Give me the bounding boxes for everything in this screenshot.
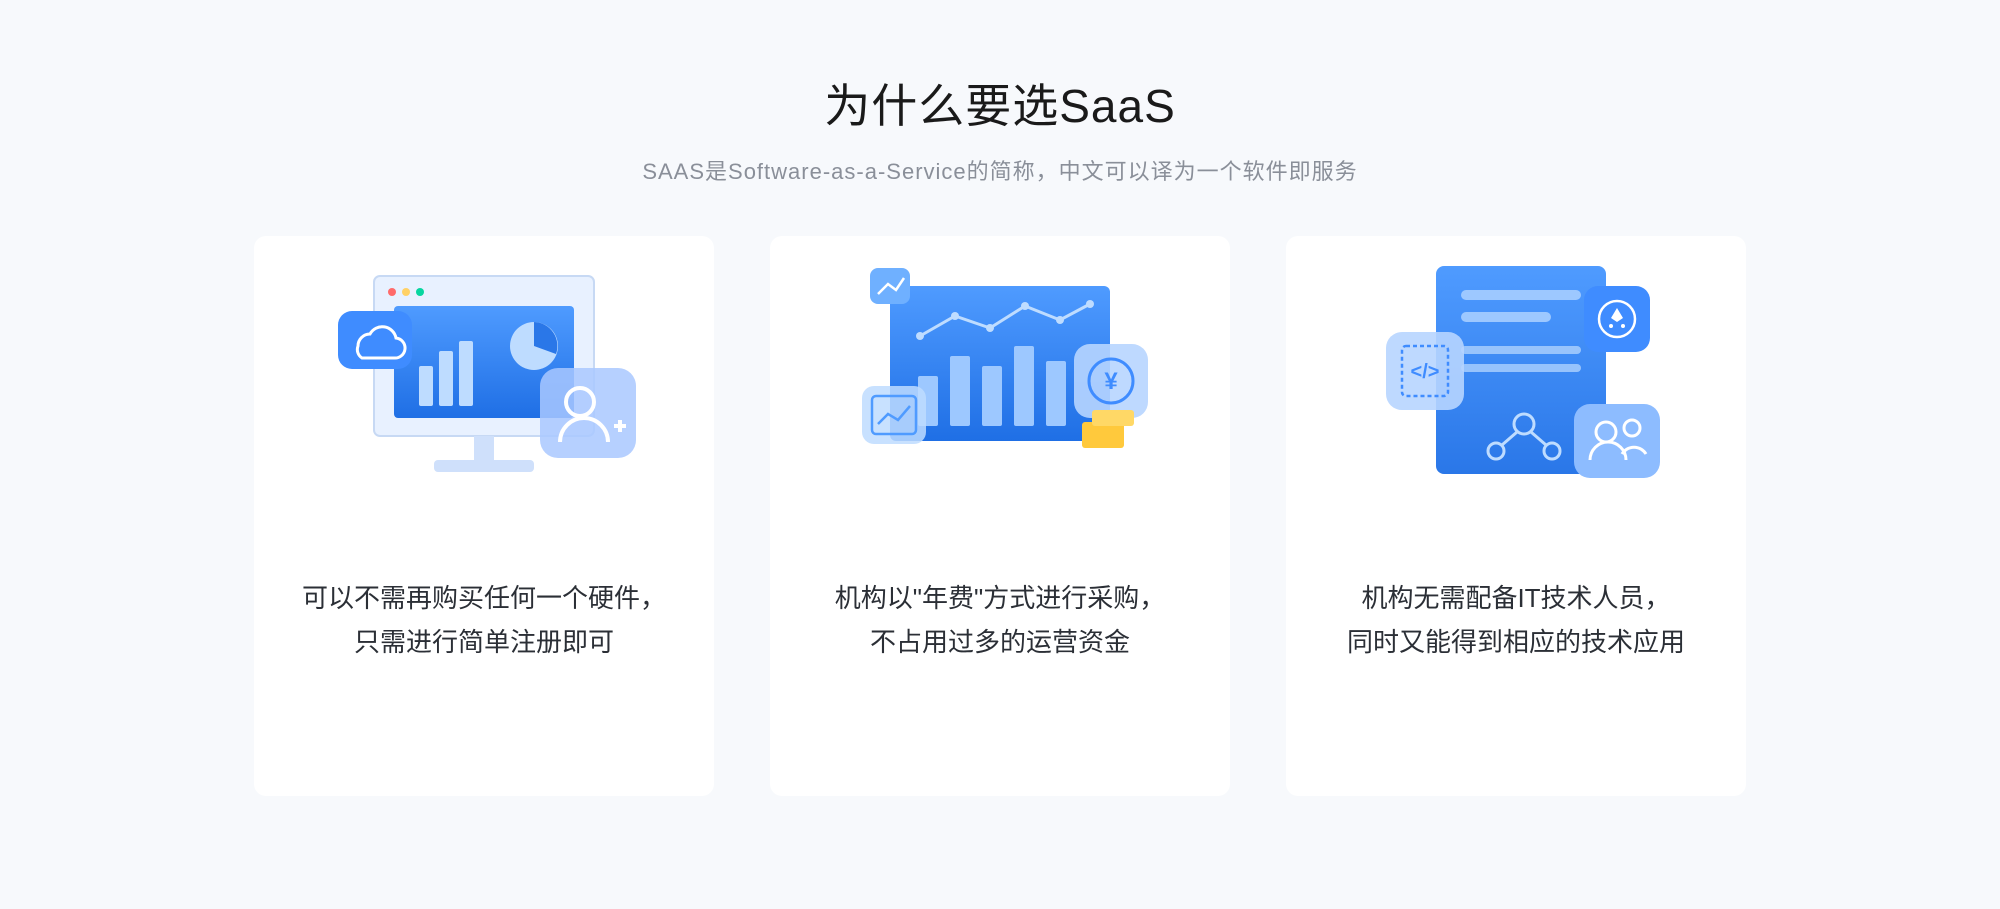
svg-text:</>: </> [1411, 361, 1440, 383]
card-line-1: 可以不需再购买任何一个硬件， [302, 576, 666, 620]
card-line-1: 机构以"年费"方式进行采购， [835, 576, 1165, 620]
cards-row: 可以不需再购买任何一个硬件， 只需进行简单注册即可 [254, 236, 1746, 796]
chart-finance-icon: ¥ [840, 246, 1160, 526]
svg-text:¥: ¥ [1104, 368, 1118, 395]
monitor-dashboard-icon [324, 246, 644, 526]
card-line-1: 机构无需配备IT技术人员， [1347, 576, 1685, 620]
page-title: 为什么要选SaaS [824, 70, 1176, 136]
card-line-2: 同时又能得到相应的技术应用 [1347, 620, 1685, 664]
feature-card-hardware: 可以不需再购买任何一个硬件， 只需进行简单注册即可 [254, 236, 714, 796]
card-text: 机构无需配备IT技术人员， 同时又能得到相应的技术应用 [1347, 576, 1685, 664]
card-text: 机构以"年费"方式进行采购， 不占用过多的运营资金 [835, 576, 1165, 664]
document-share-icon: </> [1356, 246, 1676, 526]
feature-card-tech: </> 机构无需配备IT技术人员， 同时又能得到相应的技术应用 [1286, 236, 1746, 796]
card-line-2: 不占用过多的运营资金 [835, 620, 1165, 664]
card-text: 可以不需再购买任何一个硬件， 只需进行简单注册即可 [302, 576, 666, 664]
card-line-2: 只需进行简单注册即可 [302, 620, 666, 664]
page-subtitle: SAAS是Software-as-a-Service的简称，中文可以译为一个软件… [642, 154, 1357, 186]
feature-card-finance: ¥ 机构以"年费"方式进行采购， 不占用过多的运营资金 [770, 236, 1230, 796]
